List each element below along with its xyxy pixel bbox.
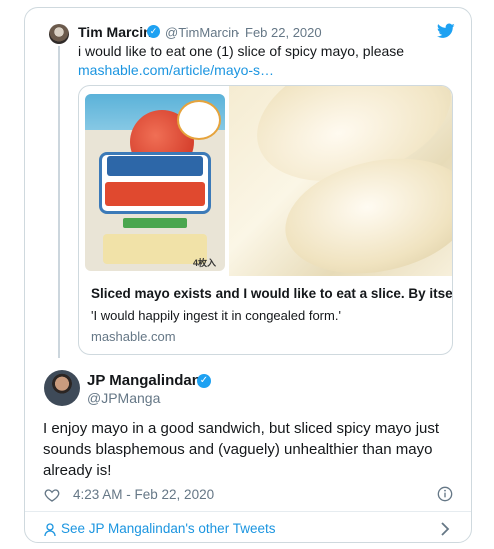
verified-icon: ✓ [147, 25, 160, 38]
link-preview-description: 'I would happily ingest it in congealed … [91, 308, 341, 323]
separator-dot: · [236, 25, 241, 40]
chevron-right-icon[interactable] [440, 522, 450, 536]
quoted-tweet-link[interactable]: mashable.com/article/mayo-s… [78, 62, 274, 78]
quoted-author-handle[interactable]: @TimMarcin [165, 25, 238, 40]
package-count: 4枚入 [193, 258, 217, 268]
tweet-text: I enjoy mayo in a good sandwich, but sli… [43, 420, 440, 479]
thread-line [58, 46, 60, 358]
profile-icon [44, 523, 56, 537]
info-icon[interactable] [437, 486, 453, 502]
quoted-tweet-text: i would like to eat one (1) slice of spi… [78, 43, 405, 59]
link-preview-title[interactable]: Sliced mayo exists and I would like to e… [91, 286, 452, 301]
see-other-tweets-link[interactable]: See JP Mangalindan's other Tweets [61, 521, 275, 536]
package-slice [103, 234, 207, 264]
quoted-author-avatar[interactable] [49, 24, 69, 44]
twitter-bird-icon[interactable] [437, 23, 455, 39]
package-title-line [107, 156, 203, 176]
package-subtitle [123, 218, 187, 228]
heart-icon[interactable] [44, 487, 60, 503]
author-handle[interactable]: @JPManga [87, 390, 160, 406]
footer-divider [25, 511, 471, 512]
author-name[interactable]: JP Mangalindan [87, 372, 201, 389]
tweet-timestamp[interactable]: 4:23 AM - Feb 22, 2020 [73, 487, 214, 502]
quoted-tweet-date[interactable]: Feb 22, 2020 [245, 25, 322, 40]
quoted-author-name[interactable]: Tim Marcin [78, 24, 152, 40]
package-title-line [105, 182, 205, 206]
package-logo [177, 100, 221, 140]
verified-icon: ✓ [197, 374, 211, 388]
link-preview-domain: mashable.com [91, 329, 176, 344]
link-preview-card[interactable]: 4枚入 Sliced mayo exists and I would like … [78, 85, 453, 355]
avatar[interactable] [44, 370, 80, 406]
mayo-package-image: 4枚入 [85, 94, 225, 271]
link-preview-image[interactable]: 4枚入 [79, 86, 452, 276]
